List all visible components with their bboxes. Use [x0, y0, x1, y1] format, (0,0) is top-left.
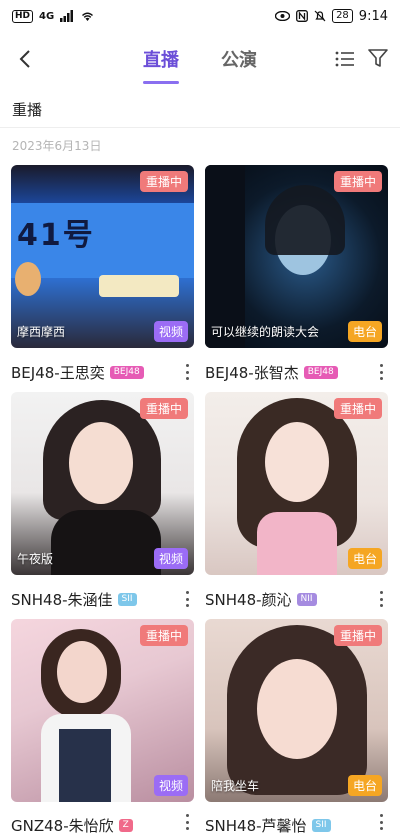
chevron-left-icon — [19, 50, 30, 68]
date-label: 2023年6月13日 — [12, 139, 102, 153]
battery-level: 28 — [332, 9, 353, 23]
card-title-row: BEJ48-张智杰 BEJ48 — [205, 360, 395, 384]
back-button[interactable] — [10, 44, 40, 74]
video-card[interactable]: 重播中 视频 — [11, 619, 194, 802]
card-caption: 陪我坐车 — [211, 779, 260, 793]
active-tab-indicator — [143, 81, 179, 84]
eye-icon — [275, 11, 291, 21]
more-options-button[interactable] — [376, 361, 386, 383]
team-tag: SII — [117, 592, 137, 606]
thumbnail-graphic — [57, 641, 107, 703]
thumbnail-graphic — [265, 185, 345, 255]
replay-badge: 重播中 — [139, 171, 188, 192]
type-badge: 视频 — [153, 548, 188, 569]
member-name: SNH48-芦馨怡 — [205, 816, 307, 835]
network-indicator: 4G — [39, 10, 55, 22]
status-right: 28 9:14 — [275, 9, 388, 24]
radio-card[interactable]: 重播中 电台 — [205, 392, 388, 575]
thumbnail-graphic — [15, 262, 41, 296]
replay-badge: 重播中 — [333, 625, 382, 646]
list-icon — [335, 51, 354, 67]
more-options-button[interactable] — [182, 361, 192, 383]
type-badge: 电台 — [347, 321, 382, 342]
card-title-row: SNH48-颜沁 NII — [205, 587, 395, 611]
nfc-icon — [296, 10, 309, 22]
status-left: HD 4G — [12, 9, 95, 23]
team-tag: BEJ48 — [109, 365, 144, 379]
card-title-row: GNZ48-朱怡欣 Z — [11, 813, 201, 837]
hd-indicator: HD — [12, 9, 34, 23]
section-title: 重播 — [12, 101, 43, 119]
type-badge: 电台 — [347, 775, 382, 796]
member-name: BEJ48-张智杰 — [205, 363, 299, 382]
thumbnail-graphic — [59, 729, 111, 802]
thumbnail-graphic — [205, 165, 245, 348]
radio-card[interactable]: 重播中 陪我坐车 电台 — [205, 619, 388, 802]
thumbnail-graphic — [51, 510, 161, 575]
replay-badge: 重播中 — [333, 398, 382, 419]
card-title-row: SNH48-芦馨怡 SII — [205, 813, 395, 837]
top-nav: 直播 公演 — [0, 34, 400, 86]
thumbnail-graphic — [257, 659, 337, 759]
more-options-button[interactable] — [182, 588, 192, 610]
tab-performance[interactable]: 公演 — [221, 46, 257, 72]
status-bar: HD 4G 28 9:14 — [0, 0, 400, 32]
type-badge: 视频 — [153, 775, 188, 796]
list-view-button[interactable] — [334, 48, 356, 70]
tab-live[interactable]: 直播 — [143, 46, 179, 72]
member-name: SNH48-颜沁 — [205, 590, 292, 609]
team-tag: SII — [311, 818, 331, 832]
signal-icon — [60, 10, 74, 22]
member-name: BEJ48-王思奕 — [11, 363, 105, 382]
team-tag: Z — [118, 818, 133, 832]
replay-badge: 重播中 — [139, 625, 188, 646]
clock: 9:14 — [358, 8, 388, 24]
card-caption: 摩西摩西 — [17, 325, 66, 339]
thumbnail-graphic — [265, 422, 329, 502]
wifi-icon — [82, 12, 94, 21]
card-caption: 可以继续的朗读大会 — [211, 325, 320, 339]
more-options-button[interactable] — [182, 811, 192, 833]
video-card[interactable]: 41号 重播中 摩西摩西 视频 — [11, 165, 194, 348]
team-tag: BEJ48 — [303, 365, 338, 379]
team-tag: NII — [296, 592, 317, 606]
replay-badge: 重播中 — [333, 171, 382, 192]
card-title-row: BEJ48-王思奕 BEJ48 — [11, 360, 201, 384]
filter-icon — [368, 49, 388, 67]
thumbnail-graphic — [99, 275, 179, 297]
thumbnail-graphic: 41号 — [17, 218, 95, 253]
type-badge: 电台 — [347, 548, 382, 569]
more-options-button[interactable] — [376, 811, 386, 833]
card-caption: 午夜版 — [17, 552, 54, 566]
thumbnail-graphic — [69, 422, 133, 504]
type-badge: 视频 — [153, 321, 188, 342]
replay-badge: 重播中 — [139, 398, 188, 419]
member-name: SNH48-朱涵佳 — [11, 590, 113, 609]
radio-card[interactable]: 重播中 可以继续的朗读大会 电台 — [205, 165, 388, 348]
thumbnail-graphic — [257, 512, 337, 575]
mute-bell-icon — [314, 10, 326, 22]
filter-button[interactable] — [367, 47, 389, 69]
video-card[interactable]: 重播中 午夜版 视频 — [11, 392, 194, 575]
more-options-button[interactable] — [376, 588, 386, 610]
member-name: GNZ48-朱怡欣 — [11, 816, 114, 835]
card-title-row: SNH48-朱涵佳 SII — [11, 587, 201, 611]
divider — [0, 127, 400, 128]
